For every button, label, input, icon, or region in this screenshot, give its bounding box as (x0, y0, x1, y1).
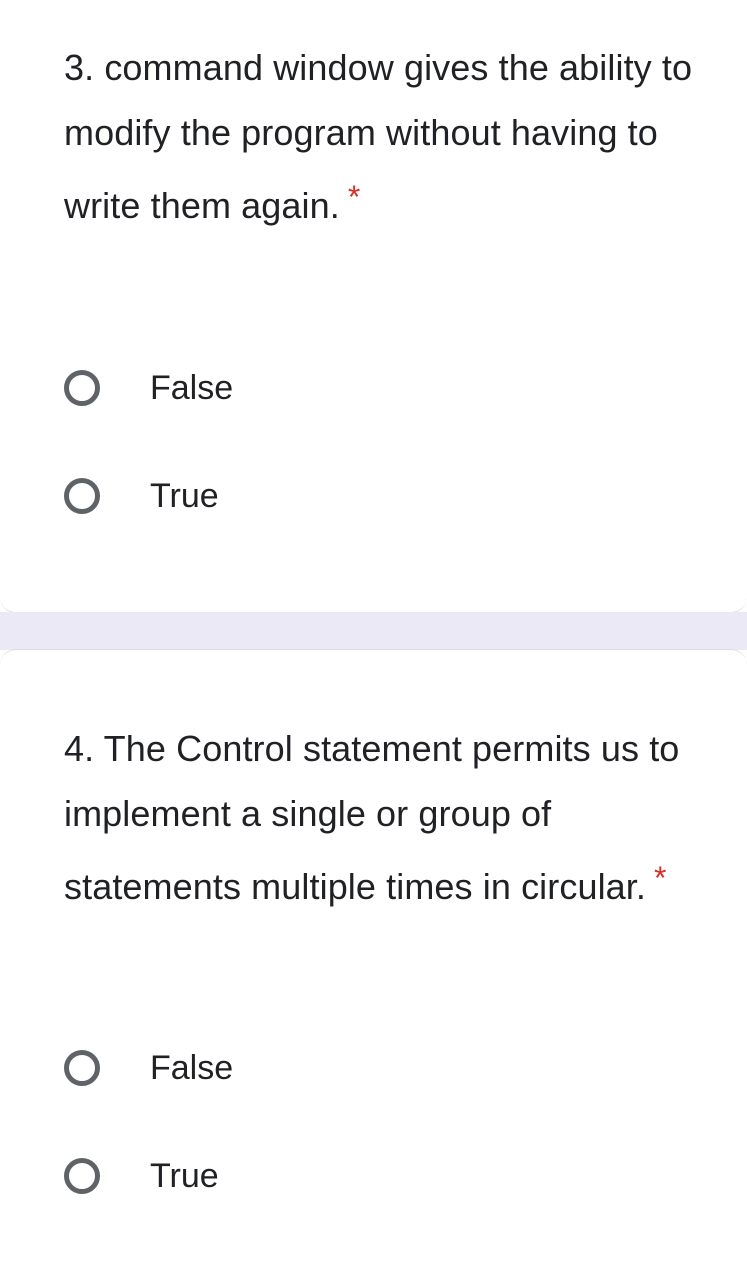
radio-option-true[interactable]: True (64, 1146, 219, 1206)
radio-unchecked-icon[interactable] (64, 478, 100, 514)
radio-option-false[interactable]: False (64, 1038, 233, 1098)
option-label: False (150, 368, 234, 407)
card-separator (0, 612, 747, 650)
required-asterisk: * (654, 860, 667, 896)
radio-option-false[interactable]: False (64, 358, 233, 418)
radio-option-true[interactable]: True (64, 466, 219, 526)
radio-unchecked-icon[interactable] (64, 370, 100, 406)
required-asterisk: * (347, 179, 361, 215)
question-title: 4. The Control statement permits us to i… (64, 717, 724, 920)
question-card-3: 3. command window gives the ability to m… (0, 0, 747, 613)
radio-unchecked-icon[interactable] (64, 1158, 100, 1194)
question-text: 3. command window gives the ability to m… (64, 47, 693, 226)
question-text: 4. The Control statement permits us to i… (64, 728, 680, 907)
option-label: False (150, 1048, 234, 1087)
option-label: True (150, 476, 219, 515)
radio-unchecked-icon[interactable] (64, 1050, 100, 1086)
option-label: True (150, 1156, 219, 1195)
question-title: 3. command window gives the ability to m… (64, 36, 724, 239)
